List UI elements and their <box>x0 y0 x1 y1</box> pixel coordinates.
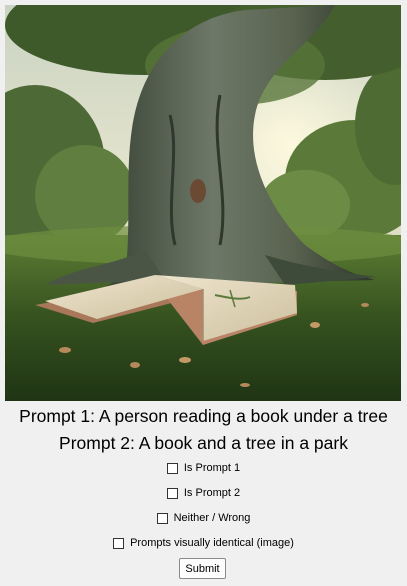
window: Prompt 1: A person reading a book under … <box>0 0 407 586</box>
is-prompt-1-checkbox[interactable] <box>166 462 178 474</box>
prompts-identical-checkbox[interactable] <box>113 537 125 549</box>
option-is-prompt-1[interactable]: Is Prompt 1 <box>0 462 407 474</box>
is-prompt-2-checkbox[interactable] <box>166 487 178 499</box>
option-neither-wrong[interactable]: Neither / Wrong <box>0 512 407 524</box>
neither-wrong-checkbox[interactable] <box>156 512 168 524</box>
neither-wrong-label: Neither / Wrong <box>173 512 251 524</box>
option-is-prompt-2[interactable]: Is Prompt 2 <box>0 487 407 499</box>
prompts-identical-label: Prompts visually identical (image) <box>130 537 294 549</box>
prompt-2-text: Prompt 2: A book and a tree in a park <box>59 433 348 453</box>
is-prompt-2-label: Is Prompt 2 <box>183 487 241 499</box>
is-prompt-1-label: Is Prompt 1 <box>183 462 241 474</box>
submit-button[interactable]: Submit <box>179 558 226 579</box>
option-prompts-identical[interactable]: Prompts visually identical (image) <box>0 537 407 549</box>
tree-and-book-image <box>5 5 401 401</box>
image-drawing <box>5 5 401 401</box>
prompt-1-text: Prompt 1: A person reading a book under … <box>19 406 388 426</box>
